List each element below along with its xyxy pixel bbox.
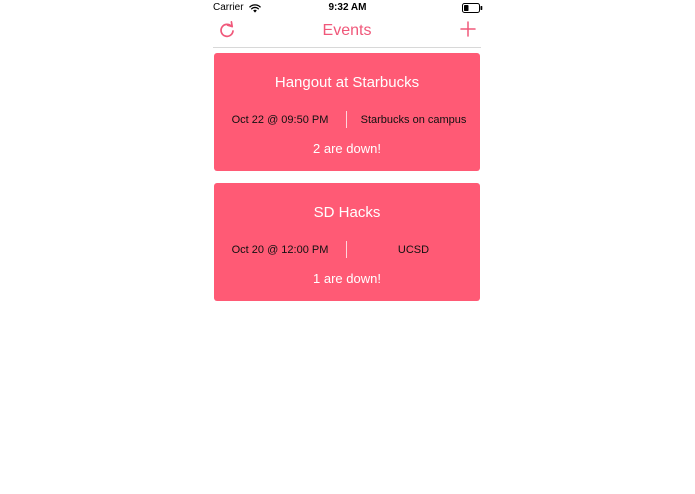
event-date: Oct 22 @ 09:50 PM	[231, 114, 329, 126]
event-list: Hangout at Starbucks Oct 22 @ 09:50 PM S…	[214, 53, 480, 313]
event-meta: Oct 20 @ 12:00 PM UCSD	[214, 241, 480, 259]
event-attendee-count: 2 are down!	[313, 141, 381, 156]
event-location: Starbucks on campus	[360, 114, 467, 126]
event-title: SD Hacks	[313, 204, 381, 221]
status-bar: Carrier 9:32 AM	[0, 0, 695, 16]
event-attendee-count: 1 are down!	[313, 271, 381, 286]
battery-icon	[462, 3, 483, 13]
status-time: 9:32 AM	[328, 2, 367, 13]
page-title: Events	[322, 22, 372, 39]
event-location: UCSD	[397, 244, 430, 256]
event-date: Oct 20 @ 12:00 PM	[231, 244, 329, 256]
event-card[interactable]: SD Hacks Oct 20 @ 12:00 PM UCSD 1 are do…	[214, 183, 480, 301]
event-card[interactable]: Hangout at Starbucks Oct 22 @ 09:50 PM S…	[214, 53, 480, 171]
plus-icon[interactable]	[460, 21, 476, 37]
event-title: Hangout at Starbucks	[274, 74, 420, 91]
navigation-bar: Events	[213, 16, 481, 48]
event-meta: Oct 22 @ 09:50 PM Starbucks on campus	[214, 111, 480, 129]
